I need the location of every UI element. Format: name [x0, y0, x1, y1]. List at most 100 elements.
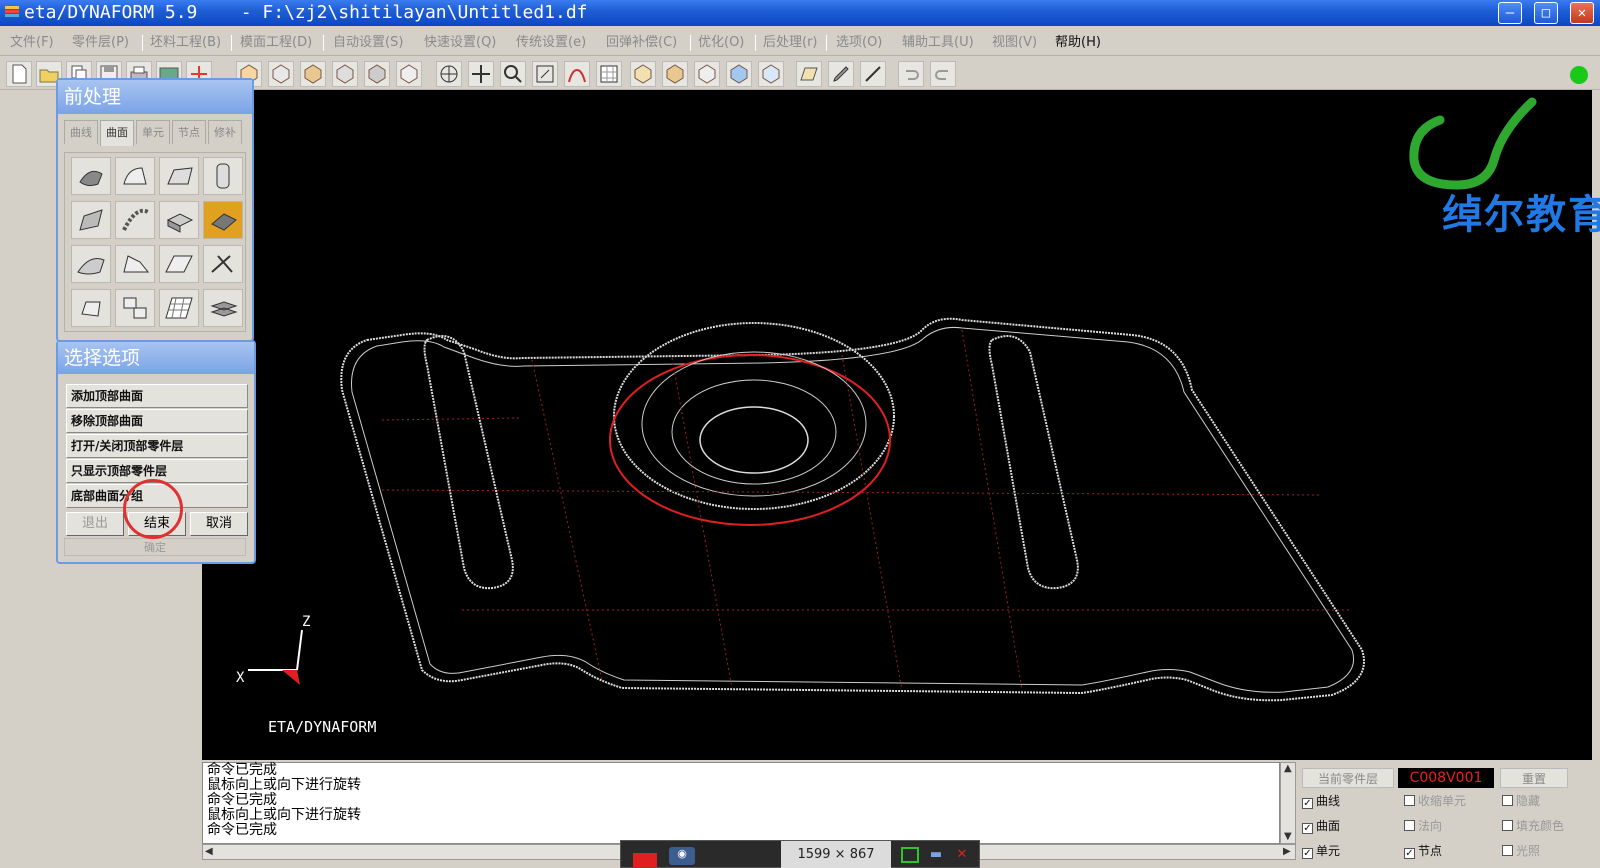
menu-springback[interactable]: 回弹补偿(C) [606, 30, 677, 56]
checkbox-box[interactable] [1502, 845, 1513, 856]
checkbox-box[interactable] [1502, 795, 1513, 806]
sweep-icon[interactable] [115, 201, 155, 239]
cube-view-1-icon[interactable] [630, 61, 656, 87]
record-stop-icon[interactable] [633, 853, 657, 867]
grid-surface-icon[interactable] [159, 289, 199, 327]
cube-view-5-icon[interactable] [758, 61, 784, 87]
checkbox-lighting[interactable]: 光照 [1502, 842, 1540, 859]
scroll-up-icon[interactable]: ▲ [1284, 763, 1292, 774]
curve-icon[interactable] [564, 61, 590, 87]
checkbox-surfaces[interactable]: ✓ 曲面 [1302, 817, 1340, 834]
menu-help[interactable]: 帮助(H) [1055, 30, 1101, 56]
console-vertical-scrollbar[interactable]: ▲ ▼ [1280, 762, 1296, 844]
graphics-viewport[interactable]: 绰尔教育 ETA/DYNAFORM X Z [202, 90, 1600, 760]
recorder-restore-icon[interactable] [901, 847, 919, 863]
view-front-icon[interactable] [268, 61, 294, 87]
surface-2pt-icon[interactable] [71, 157, 111, 195]
menu-options[interactable]: 选项(O) [836, 30, 882, 56]
menu-post[interactable]: 后处理(r) [763, 30, 818, 56]
recorder-close-icon[interactable]: ✕ [953, 847, 971, 863]
camera-icon[interactable]: ◉ [669, 847, 695, 865]
undo-icon[interactable] [898, 61, 924, 87]
view-right-icon[interactable] [364, 61, 390, 87]
extrude-icon[interactable] [71, 201, 111, 239]
menu-optimize[interactable]: 优化(O) [698, 30, 744, 56]
checkbox-box[interactable]: ✓ [1404, 848, 1415, 859]
menu-die-face[interactable]: 模面工程(D) [240, 30, 312, 56]
surface-boundary-icon[interactable] [203, 201, 243, 239]
tab-element[interactable]: 单元 [136, 120, 170, 144]
checkbox-fill-color[interactable]: 填充颜色 [1502, 817, 1564, 834]
checkbox-curves[interactable]: ✓ 曲线 [1302, 792, 1340, 809]
checkbox-nodes[interactable]: ✓ 节点 [1404, 842, 1442, 859]
view-top-icon[interactable] [300, 61, 326, 87]
close-button[interactable]: ✕ [1570, 2, 1594, 24]
bound-surface-icon[interactable] [115, 245, 155, 283]
axis-x-label: X [236, 670, 245, 686]
measure-icon[interactable] [860, 61, 886, 87]
trim-icon[interactable] [203, 245, 243, 283]
surface-mesh-icon[interactable] [796, 61, 822, 87]
mesh-surface-icon[interactable] [71, 245, 111, 283]
checkbox-box[interactable] [1404, 820, 1415, 831]
checkbox-box[interactable]: ✓ [1302, 823, 1313, 834]
checkbox-box[interactable] [1404, 795, 1415, 806]
cube-view-4-icon[interactable] [726, 61, 752, 87]
view-back-icon[interactable] [396, 61, 422, 87]
rotate-icon[interactable] [436, 61, 462, 87]
maximize-button[interactable]: □ [1534, 2, 1558, 24]
block-icon[interactable] [159, 201, 199, 239]
menu-part[interactable]: 零件层(P) [72, 30, 129, 56]
checkbox-box[interactable] [1502, 820, 1513, 831]
view-left-icon[interactable] [332, 61, 358, 87]
option-toggle-top-part[interactable]: 打开/关闭顶部零件层 [66, 434, 248, 458]
zoom-icon[interactable] [500, 61, 526, 87]
tab-node[interactable]: 节点 [172, 120, 206, 144]
pan-icon[interactable] [468, 61, 494, 87]
menu-file[interactable]: 文件(F) [10, 30, 54, 56]
menu-auto-setup[interactable]: 自动设置(S) [333, 30, 403, 56]
stack-surface-icon[interactable] [203, 289, 243, 327]
cube-view-3-icon[interactable] [694, 61, 720, 87]
menu-view[interactable]: 视图(V) [992, 30, 1037, 56]
offset-icon[interactable] [71, 289, 111, 327]
grid-icon[interactable] [596, 61, 622, 87]
menu-tools[interactable]: 辅助工具(U) [902, 30, 974, 56]
tab-curve[interactable]: 曲线 [64, 120, 98, 144]
copy-surface-icon[interactable] [115, 289, 155, 327]
checkbox-hide[interactable]: 隐藏 [1502, 792, 1540, 809]
pencil-icon[interactable] [828, 61, 854, 87]
menu-separator [142, 35, 143, 51]
checkbox-elements[interactable]: ✓ 单元 [1302, 842, 1340, 859]
current-part-button[interactable]: 当前零件层 [1302, 768, 1394, 788]
checkbox-shrink-elements[interactable]: 收缩单元 [1404, 792, 1466, 809]
new-file-icon[interactable] [6, 61, 32, 87]
scroll-left-icon[interactable]: ◀ [205, 846, 213, 857]
redo-icon[interactable] [930, 61, 956, 87]
menu-separator [826, 35, 827, 51]
scroll-down-icon[interactable]: ▼ [1284, 831, 1292, 842]
exit-button[interactable]: 退出 [66, 512, 124, 536]
checkbox-box[interactable]: ✓ [1302, 848, 1313, 859]
scroll-right-icon[interactable]: ▶ [1283, 846, 1291, 857]
recorder-minimize-icon[interactable]: ▬ [927, 847, 945, 863]
cancel-button[interactable]: 取消 [190, 512, 248, 536]
surface-4pt-icon[interactable] [159, 157, 199, 195]
cube-view-2-icon[interactable] [662, 61, 688, 87]
plane-icon[interactable] [159, 245, 199, 283]
menu-blank[interactable]: 坯料工程(B) [150, 30, 221, 56]
option-add-top-surface[interactable]: 添加顶部曲面 [66, 384, 248, 408]
zoom-window-icon[interactable] [532, 61, 558, 87]
surface-3pt-icon[interactable] [115, 157, 155, 195]
cylinder-icon[interactable] [203, 157, 243, 195]
tab-repair[interactable]: 修补 [208, 120, 242, 144]
menu-quick-setup[interactable]: 快速设置(Q) [424, 30, 496, 56]
checkbox-normal[interactable]: 法向 [1404, 817, 1442, 834]
option-remove-top-surface[interactable]: 移除顶部曲面 [66, 409, 248, 433]
minimize-button[interactable]: ‒ [1498, 2, 1522, 24]
reset-button[interactable]: 重置 [1500, 768, 1568, 788]
menu-traditional-setup[interactable]: 传统设置(e) [516, 30, 586, 56]
checkbox-box[interactable]: ✓ [1302, 798, 1313, 809]
tab-surface[interactable]: 曲面 [100, 120, 134, 146]
confirm-button[interactable]: 确定 [64, 538, 246, 556]
